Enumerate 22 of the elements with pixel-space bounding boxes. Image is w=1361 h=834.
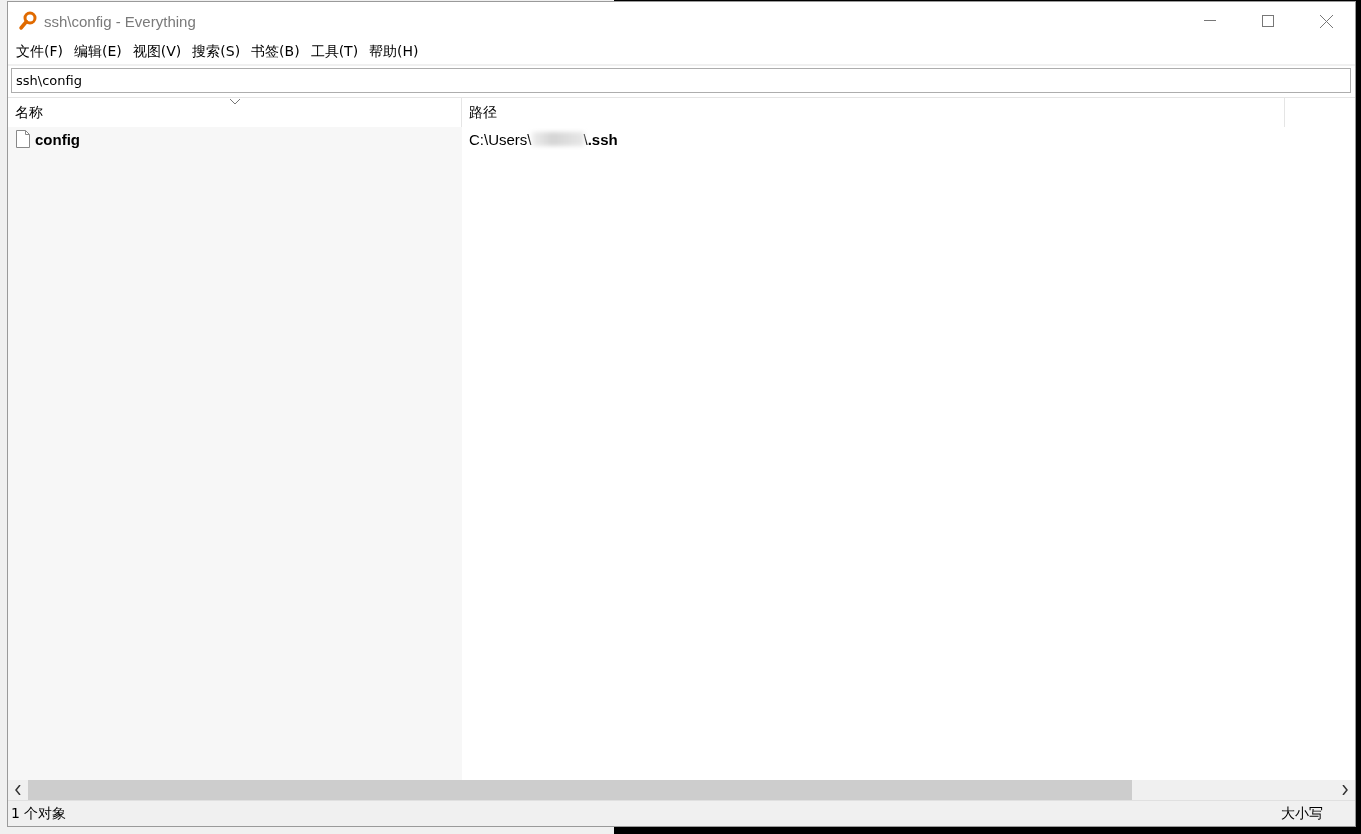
menu-item[interactable]: 工具(T)	[306, 43, 363, 61]
file-icon	[16, 130, 30, 148]
search-field[interactable]: ssh\config	[11, 68, 1351, 93]
magnifier-icon	[18, 11, 38, 31]
object-count: 1 个对象	[11, 804, 67, 823]
path-text: \.ssh	[583, 130, 618, 148]
menu-item[interactable]: 书签(B)	[247, 43, 304, 61]
menu-item[interactable]: 帮助(H)	[365, 43, 423, 61]
file-name: config	[35, 130, 80, 148]
scrollbar-thumb[interactable]	[28, 780, 1132, 800]
menu-item[interactable]: 编辑(E)	[70, 43, 126, 61]
close-icon	[1319, 14, 1333, 28]
chevron-left-icon	[15, 785, 21, 795]
status-text: 大小写	[1281, 804, 1323, 823]
maximize-icon	[1262, 15, 1274, 27]
chevron-right-icon	[1342, 785, 1348, 795]
menu-item[interactable]: 搜索(S)	[188, 43, 245, 61]
path-text: C:\Users\	[469, 130, 532, 148]
window-title: ssh\config - Everything	[44, 12, 196, 30]
minimize-icon	[1204, 20, 1216, 22]
menu-item[interactable]: 视图(V)	[128, 43, 186, 61]
menu-item[interactable]: 文件(F)	[12, 43, 67, 61]
